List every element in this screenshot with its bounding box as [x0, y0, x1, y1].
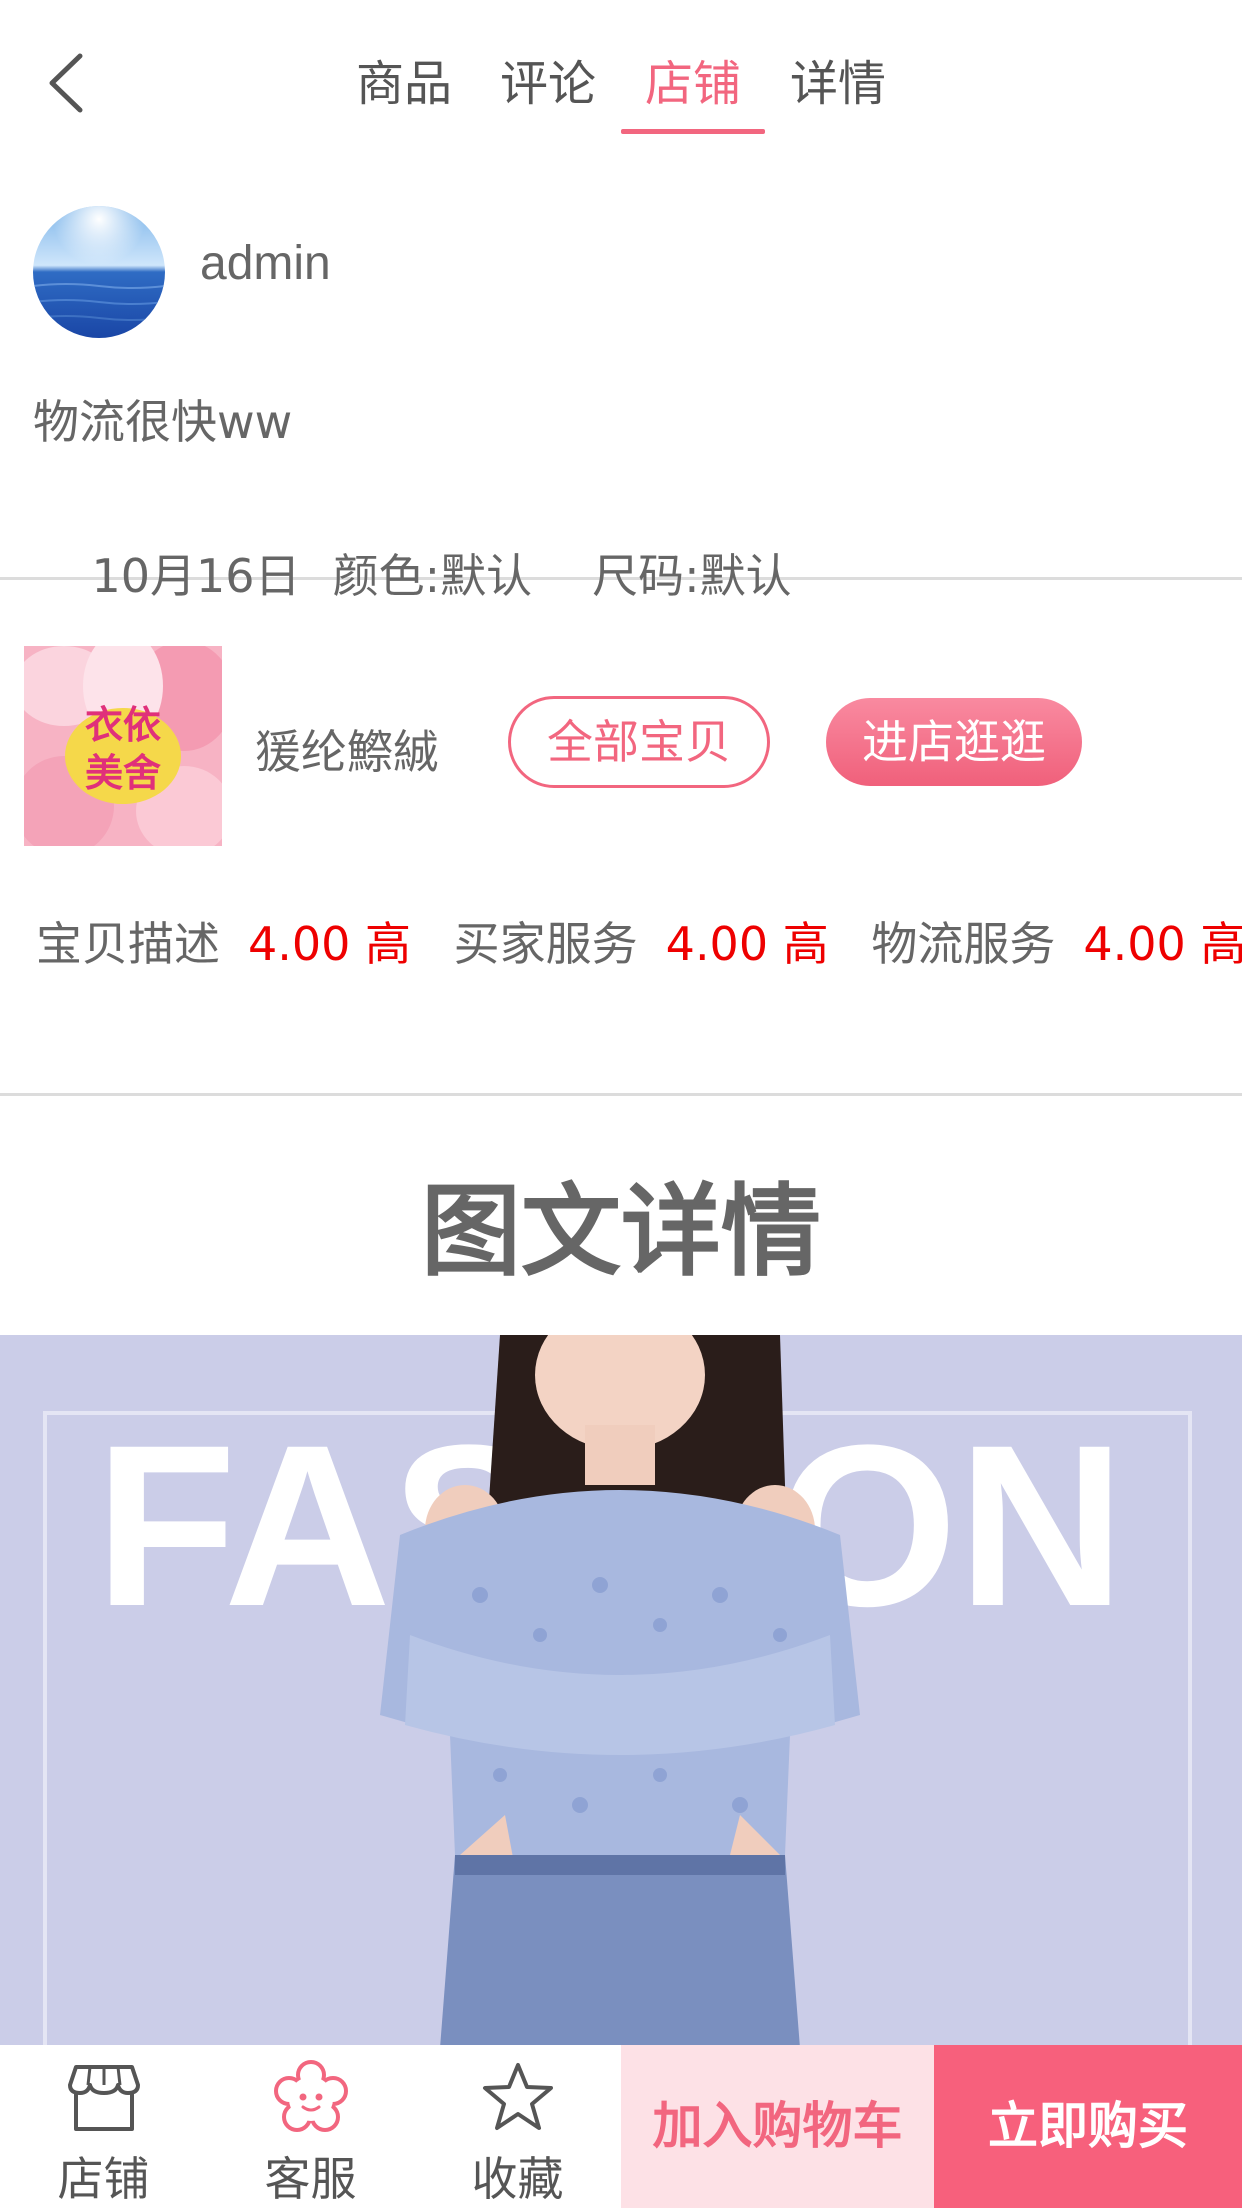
rating-label: 物流服务	[871, 917, 1056, 971]
shop-logo-text-2: 美舍	[85, 751, 161, 795]
shop-tab-button[interactable]: 店铺	[0, 2045, 207, 2208]
shop-ratings: 宝贝描述 4.00 高 买家服务 4.00 高 物流服务 4.00 高	[36, 908, 1242, 988]
tab-bar: 商品 评论 店铺 详情	[0, 48, 1242, 138]
customer-service-button[interactable]: 客服	[207, 2045, 414, 2208]
rating-service: 买家服务 4.00 高	[454, 908, 829, 974]
rating-logistics: 物流服务 4.00 高	[871, 908, 1242, 974]
shop-tab-label: 店铺	[57, 2152, 150, 2206]
rating-value: 4.00 高	[248, 917, 412, 971]
top-nav-bar: 商品 评论 店铺 详情	[0, 0, 1242, 150]
tab-product[interactable]: 商品	[356, 48, 452, 134]
customer-service-label: 客服	[264, 2152, 357, 2206]
rating-label: 买家服务	[453, 917, 638, 971]
flower-smile-icon	[274, 2060, 348, 2132]
rating-description: 宝贝描述 4.00 高	[36, 908, 411, 974]
tab-shop[interactable]: 店铺	[621, 48, 765, 134]
shop-logo: 衣依 美舍	[14, 631, 234, 856]
shop-logo-text-1: 衣依	[85, 703, 161, 747]
shop-name: 猨纶鰶絾	[255, 725, 439, 779]
review-text: 物流很快ww	[33, 395, 293, 449]
tab-comments[interactable]: 评论	[500, 48, 596, 134]
review-section: admin 物流很快ww 10月16日 颜色:默认 尺码:默认	[0, 150, 1242, 603]
enter-shop-button[interactable]: 进店逛逛	[826, 698, 1082, 786]
rating-value: 4.00 高	[665, 917, 829, 971]
review-username: admin	[200, 237, 331, 290]
shop-section: 衣依 美舍 猨纶鰶絾 全部宝贝 进店逛逛 宝贝描述 4.00 高 买家服务 4.00…	[0, 580, 1242, 1096]
store-icon	[68, 2065, 140, 2131]
buy-now-button[interactable]: 立即购买	[934, 2045, 1242, 2208]
avatar	[33, 206, 165, 338]
add-to-cart-button[interactable]: 加入购物车	[621, 2045, 934, 2208]
star-icon	[483, 2063, 553, 2130]
detail-title: 图文详情	[421, 1173, 821, 1290]
favorite-button[interactable]: 收藏	[414, 2045, 621, 2208]
rating-label: 宝贝描述	[36, 917, 220, 971]
product-image: FASHION	[0, 1335, 1242, 2048]
tab-details[interactable]: 详情	[790, 48, 886, 134]
rating-value: 4.00 高	[1083, 917, 1242, 971]
favorite-label: 收藏	[471, 2152, 564, 2206]
bottom-action-bar: 店铺 客服 收藏 加入购物车 立即购买	[0, 2045, 1242, 2208]
all-items-button[interactable]: 全部宝贝	[508, 696, 770, 788]
